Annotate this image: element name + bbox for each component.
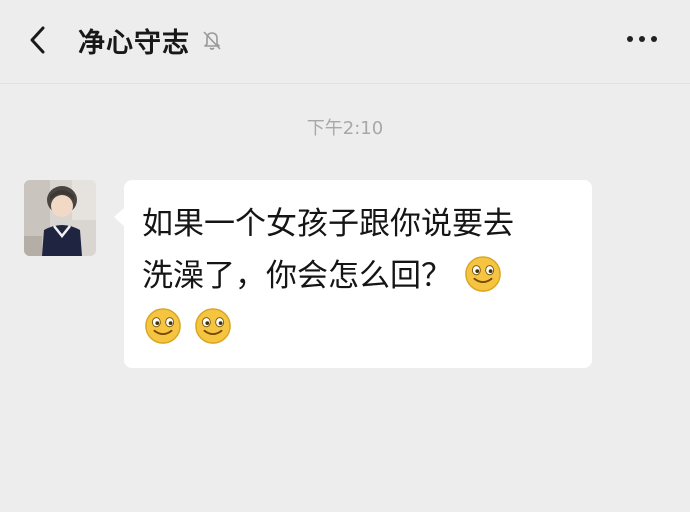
message-line: 洗澡了，你会怎么回？	[142, 250, 582, 302]
more-dot	[627, 36, 633, 42]
message-line: 如果一个女孩子跟你说要去	[142, 198, 582, 250]
more-dot	[651, 36, 657, 42]
message-text: 如果一个女孩子跟你说要去 洗澡了，你会怎么回？	[142, 198, 582, 354]
message-timestamp: 下午2:10	[306, 118, 384, 139]
more-button[interactable]	[620, 24, 664, 54]
message-line	[142, 302, 582, 354]
message-line-1: 如果一个女孩子跟你说要去	[142, 206, 514, 242]
chat-title: 净心守志	[78, 27, 190, 59]
chat-title-group: 净心守志	[78, 20, 224, 60]
sender-avatar[interactable]	[24, 180, 96, 256]
chevron-left-icon	[30, 26, 45, 54]
bell-off-icon	[200, 28, 224, 52]
more-dot	[639, 36, 645, 42]
message-line-2: 洗澡了，你会怎么回？	[142, 258, 452, 294]
smiley-face-emoji	[144, 307, 182, 345]
chat-header: 净心守志	[0, 0, 690, 80]
header-divider	[0, 83, 690, 84]
message-bubble[interactable]: 如果一个女孩子跟你说要去 洗澡了，你会怎么回？	[114, 180, 592, 368]
smiley-face-emoji	[464, 255, 502, 293]
back-button[interactable]	[20, 22, 56, 58]
smiley-face-emoji	[194, 307, 232, 345]
